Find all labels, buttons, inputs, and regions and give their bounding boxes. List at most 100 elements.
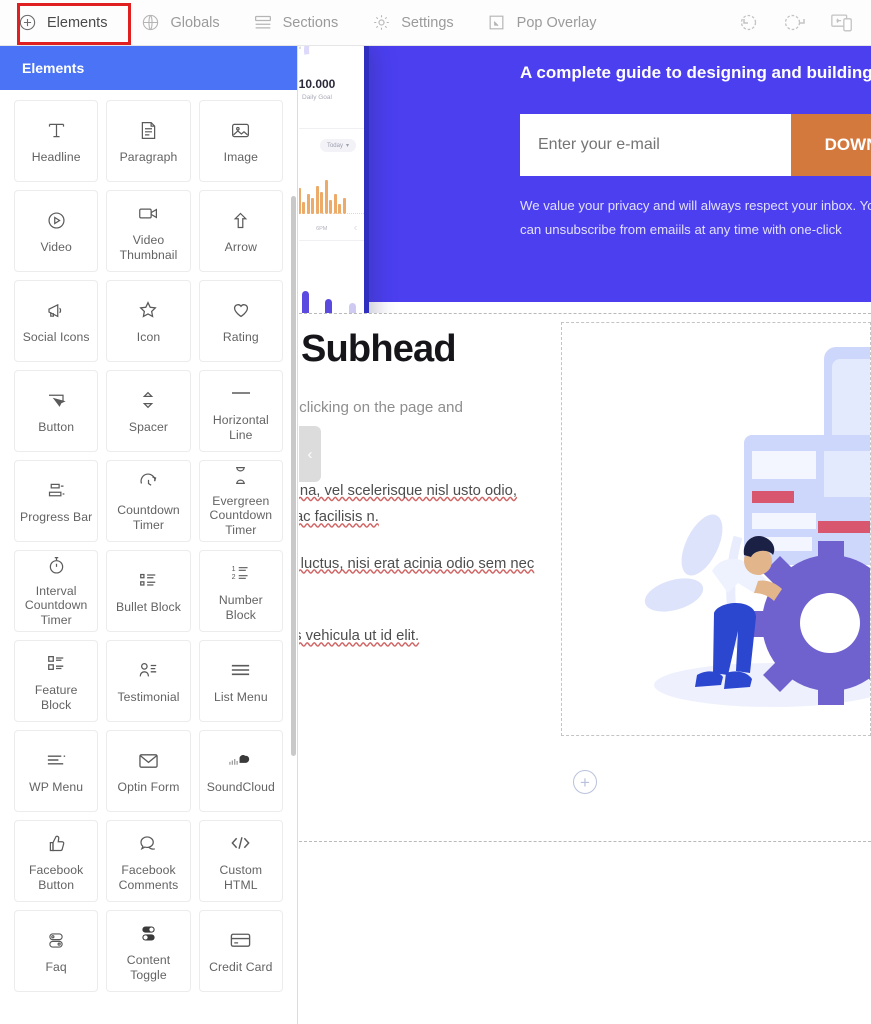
element-card-credit-card[interactable]: Credit Card: [198, 910, 283, 992]
phone-mockup-image: aily goals 10.000 Daily Goal Today ▾ 12P…: [299, 46, 369, 313]
element-card-rating[interactable]: Rating: [198, 280, 283, 362]
person-pushing-gear-illustration: [644, 347, 870, 707]
element-card-facebook-comments[interactable]: Facebook Comments: [106, 820, 191, 902]
element-card-feature-block[interactable]: Feature Block: [14, 640, 99, 722]
star-icon: [137, 297, 159, 323]
redo-button[interactable]: [781, 10, 807, 36]
element-label: Icon: [136, 330, 161, 345]
element-card-custom-html[interactable]: Custom HTML: [198, 820, 283, 902]
arrow-up-icon: [230, 207, 251, 233]
element-card-arrow[interactable]: Arrow: [198, 190, 283, 272]
phone-goal-caption: Daily Goal: [302, 94, 332, 101]
elements-sidebar: Elements Headline Paragraph Image Video …: [0, 46, 298, 1024]
video-play-icon: [46, 207, 67, 233]
page-canvas: A complete guide to designing and buildi…: [299, 46, 871, 1024]
element-label: Arrow: [224, 240, 257, 255]
body-paragraph-1: rsus magna, vel scelerisque nisl usto od…: [299, 483, 517, 526]
element-card-icon[interactable]: Icon: [106, 280, 191, 362]
chevron-left-icon: ‹: [307, 445, 313, 463]
element-card-video[interactable]: Video: [14, 190, 99, 272]
tab-sections[interactable]: Sections: [236, 0, 355, 45]
element-card-spacer[interactable]: Spacer: [106, 370, 191, 452]
globe-icon: [139, 12, 161, 34]
plus-circle-icon: [16, 12, 38, 34]
element-card-testimonial[interactable]: Testimonial: [106, 640, 191, 722]
device-preview-button[interactable]: [829, 10, 855, 36]
element-card-image[interactable]: Image: [198, 100, 283, 182]
element-label: Facebook Button: [29, 863, 84, 892]
element-card-headline[interactable]: Headline: [14, 100, 99, 182]
phone-chart-axis: 12PM 6PM ☾: [299, 226, 359, 232]
element-card-countdown-timer[interactable]: Countdown Timer: [106, 460, 191, 542]
headline-icon: [46, 117, 67, 143]
toggle-switches-icon: [137, 920, 160, 946]
element-card-button[interactable]: Button: [14, 370, 99, 452]
tab-pop-overlay[interactable]: Pop Overlay: [470, 0, 613, 45]
svg-text:2: 2: [232, 574, 236, 581]
phone-baseline-dots: [320, 213, 364, 214]
element-label: Headline: [31, 150, 81, 165]
body-paragraph-3: h ultricies vehicula ut id elit.: [299, 628, 420, 645]
element-card-bullet-block[interactable]: Bullet Block: [106, 550, 191, 632]
person-quote-icon: [137, 657, 159, 683]
tab-settings[interactable]: Settings: [354, 0, 469, 45]
envelope-icon: [137, 747, 160, 773]
button-cursor-icon: [45, 387, 67, 413]
sidebar-header: Elements: [0, 46, 297, 90]
element-label: Paragraph: [119, 150, 178, 165]
element-card-list-menu[interactable]: List Menu: [198, 640, 283, 722]
section-subhead: st Subhead: [299, 328, 457, 370]
element-card-evergreen-countdown-timer[interactable]: Evergreen Countdown Timer: [198, 460, 283, 542]
phone-big-number: 10.000: [299, 77, 336, 91]
element-card-content-toggle[interactable]: Content Toggle: [106, 910, 191, 992]
tab-settings-label: Settings: [401, 14, 454, 31]
download-button[interactable]: DOWNLOAD: [790, 114, 871, 176]
progress-bar-icon: [46, 477, 67, 503]
axis-label-mid: 6PM: [316, 226, 328, 232]
element-card-social-icons[interactable]: Social Icons: [14, 280, 99, 362]
element-label: Credit Card: [209, 960, 273, 975]
element-card-facebook-button[interactable]: Facebook Button: [14, 820, 99, 902]
tab-elements[interactable]: Elements: [0, 0, 123, 45]
element-card-wp-menu[interactable]: WP Menu: [14, 730, 99, 812]
element-card-faq[interactable]: Faq: [14, 910, 99, 992]
content-section: st Subhead just by clicking on the page …: [299, 314, 871, 842]
privacy-note: We value your privacy and will always re…: [520, 198, 871, 238]
element-card-optin-form[interactable]: Optin Form: [106, 730, 191, 812]
element-label: Optin Form: [117, 780, 180, 795]
phone-week-bars: [299, 283, 356, 313]
element-card-soundcloud[interactable]: SoundCloud: [198, 730, 283, 812]
moon-icon: ☾: [354, 226, 359, 232]
element-card-interval-countdown-timer[interactable]: Interval Countdown Timer: [14, 550, 99, 632]
element-card-video-thumbnail[interactable]: Video Thumbnail: [106, 190, 191, 272]
undo-button[interactable]: [733, 10, 759, 36]
page-builder-app: Elements Globals Sections Settings Pop O…: [0, 0, 871, 1024]
sidebar-scrollbar[interactable]: [291, 196, 296, 756]
illustration-placeholder[interactable]: [561, 322, 871, 736]
element-label: Social Icons: [22, 330, 90, 345]
element-card-paragraph[interactable]: Paragraph: [106, 100, 191, 182]
element-card-progress-bar[interactable]: Progress Bar: [14, 460, 99, 542]
video-camera-icon: [137, 200, 160, 226]
element-label: Evergreen Countdown Timer: [209, 493, 273, 537]
element-label: Number Block: [218, 593, 263, 622]
element-label: Bullet Block: [116, 600, 181, 615]
element-card-horizontal-line[interactable]: Horizontal Line: [198, 370, 283, 452]
phone-range-dropdown: Today ▾: [319, 139, 356, 152]
heart-icon: [230, 297, 252, 323]
image-icon: [230, 117, 251, 143]
add-block-button[interactable]: +: [573, 770, 597, 794]
element-label: Facebook Comments: [118, 863, 179, 892]
element-card-number-block[interactable]: 1 2 Number Block: [198, 550, 283, 632]
email-input[interactable]: [520, 114, 791, 176]
tab-globals[interactable]: Globals: [123, 0, 235, 45]
faq-toggles-icon: [45, 927, 67, 953]
gear-icon: [370, 12, 392, 34]
hero-title: A complete guide to designing and buildi…: [520, 63, 871, 82]
sidebar-collapse-handle[interactable]: ‹: [299, 426, 321, 482]
phone-activity-chart: Today ▾ 12PM 6PM ☾: [299, 129, 364, 241]
element-label: Spacer: [128, 420, 169, 435]
optin-form: DOWNLOAD: [520, 114, 871, 176]
tab-elements-label: Elements: [47, 14, 108, 31]
top-toolbar: Elements Globals Sections Settings Pop O…: [0, 0, 871, 46]
